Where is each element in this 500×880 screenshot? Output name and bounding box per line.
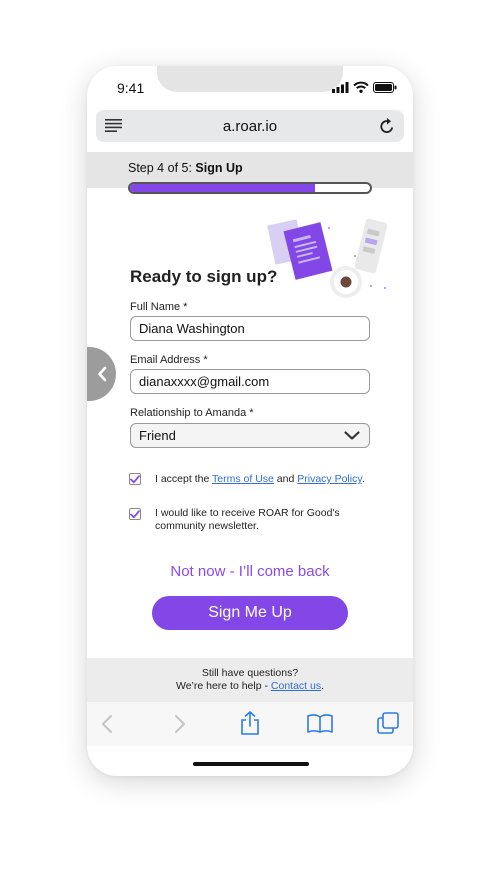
terms-middle: and	[273, 473, 298, 485]
sign-me-up-button[interactable]: Sign Me Up	[152, 596, 348, 630]
checkmark-icon	[130, 509, 140, 518]
status-icons	[332, 81, 397, 93]
full-name-label: Full Name *	[130, 301, 188, 313]
wifi-icon	[353, 81, 369, 93]
back-tab[interactable]	[87, 347, 116, 401]
privacy-policy-link[interactable]: Privacy Policy	[297, 473, 362, 485]
terms-checkbox[interactable]	[129, 473, 141, 485]
not-now-link[interactable]: Not now - I’ll come back	[87, 563, 413, 580]
help-suffix: .	[321, 680, 325, 692]
status-time: 9:41	[117, 80, 145, 96]
chevron-left-icon	[97, 366, 106, 382]
email-label: Email Address *	[130, 354, 208, 366]
reload-icon[interactable]	[379, 117, 395, 134]
browser-toolbar	[87, 702, 413, 746]
terms-of-use-link[interactable]: Terms of Use	[212, 473, 274, 485]
battery-icon	[373, 81, 397, 93]
newsletter-line-1: I would like to receive ROAR for Good's	[155, 507, 340, 519]
relationship-value: Friend	[139, 428, 176, 443]
bookmarks-icon[interactable]	[307, 713, 333, 733]
chevron-down-icon	[344, 431, 360, 440]
email-field[interactable]: dianaxxxx@gmail.com	[130, 369, 370, 394]
relationship-select[interactable]: Friend	[130, 423, 370, 448]
progress-bar	[128, 182, 372, 194]
help-line-1: Still have questions?	[201, 667, 299, 679]
address-bar[interactable]: a.roar.io	[96, 110, 404, 142]
step-name: Sign Up	[195, 161, 243, 175]
url-text[interactable]: a.roar.io	[96, 118, 404, 135]
terms-text: I accept the Terms of Use and Privacy Po…	[155, 473, 365, 486]
newsletter-text: I would like to receive ROAR for Good's …	[155, 507, 355, 532]
tabs-icon[interactable]	[377, 712, 399, 734]
full-name-field[interactable]: Diana Washington	[130, 316, 370, 341]
help-line-2: We’re here to help - Contact us.	[87, 680, 413, 692]
signup-illustration	[267, 218, 388, 298]
signal-icon	[332, 81, 349, 93]
phone-frame: 9:41 a.roar.io Step 4 of 5: Sign Up Read…	[87, 66, 413, 776]
newsletter-line-2: community newsletter.	[155, 519, 259, 532]
help-prefix: We’re here to help -	[175, 680, 271, 692]
terms-suffix: .	[361, 473, 365, 485]
page-title: Ready to sign up?	[130, 267, 278, 286]
relationship-label: Relationship to Amanda *	[130, 407, 254, 419]
newsletter-checkbox[interactable]	[129, 508, 141, 520]
checkmark-icon	[130, 474, 140, 483]
share-icon[interactable]	[240, 711, 260, 735]
phone-notch	[157, 66, 343, 92]
contact-us-link[interactable]: Contact us	[271, 680, 321, 692]
step-indicator: Step 4 of 5: Sign Up	[128, 161, 243, 175]
step-prefix: Step 4 of 5:	[128, 161, 196, 175]
terms-prefix: I accept the	[155, 473, 213, 485]
forward-icon[interactable]	[174, 714, 186, 734]
home-indicator	[193, 762, 309, 766]
back-icon[interactable]	[101, 714, 113, 734]
progress-fill	[130, 184, 315, 192]
